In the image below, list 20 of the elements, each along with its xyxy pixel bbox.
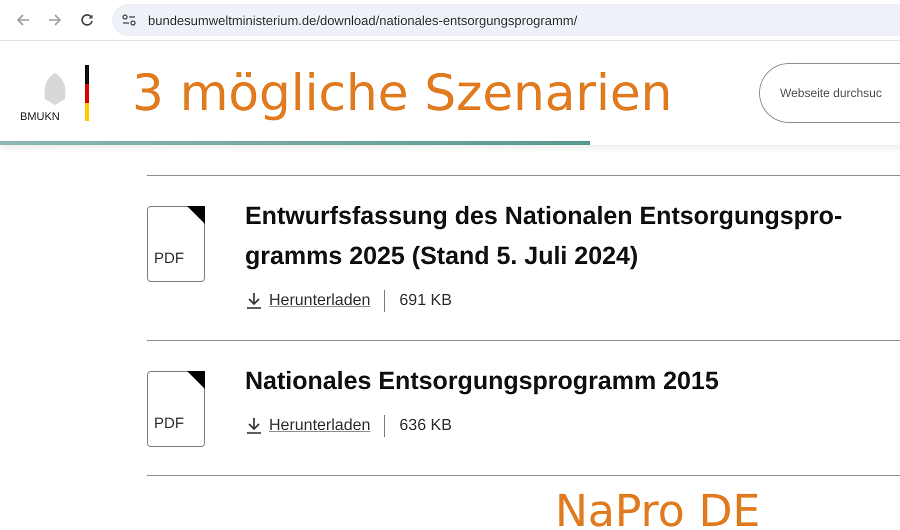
download-icon[interactable] (245, 417, 263, 435)
ministry-logo[interactable]: BMUKN (10, 65, 120, 121)
download-link[interactable]: Herunterladen (269, 292, 370, 310)
pdf-file-icon: PDF (147, 371, 205, 447)
document-title: Nationales Entsorgungsprogramm 2015 (245, 366, 719, 397)
back-icon[interactable] (16, 13, 30, 27)
file-size: 636 KB (399, 417, 452, 435)
overlay-caption: NaPro DE (555, 490, 760, 530)
site-settings-icon[interactable] (122, 14, 136, 26)
document-title: Entwurfsfassung des Nationalen Entsorgungspro- gramms 2025 (Stand 5. Juli 2024) (245, 201, 842, 272)
pdf-file-icon: PDF (147, 206, 205, 282)
forward-icon[interactable] (48, 13, 62, 27)
url-text: bundesumweltministerium.de/download/nationales-entsorgungsprogramm/ (148, 12, 578, 28)
file-size: 691 KB (399, 292, 452, 310)
overlay-title: 3 mögliche Szenarien (132, 64, 672, 122)
download-icon[interactable] (245, 292, 263, 310)
address-bar[interactable]: bundesumweltministerium.de/download/nationales-entsorgungsprogramm/ (112, 4, 900, 36)
search-field[interactable]: Webseite durchsuc (759, 63, 900, 123)
reload-icon[interactable] (80, 13, 94, 27)
download-link[interactable]: Herunterladen (269, 417, 370, 435)
